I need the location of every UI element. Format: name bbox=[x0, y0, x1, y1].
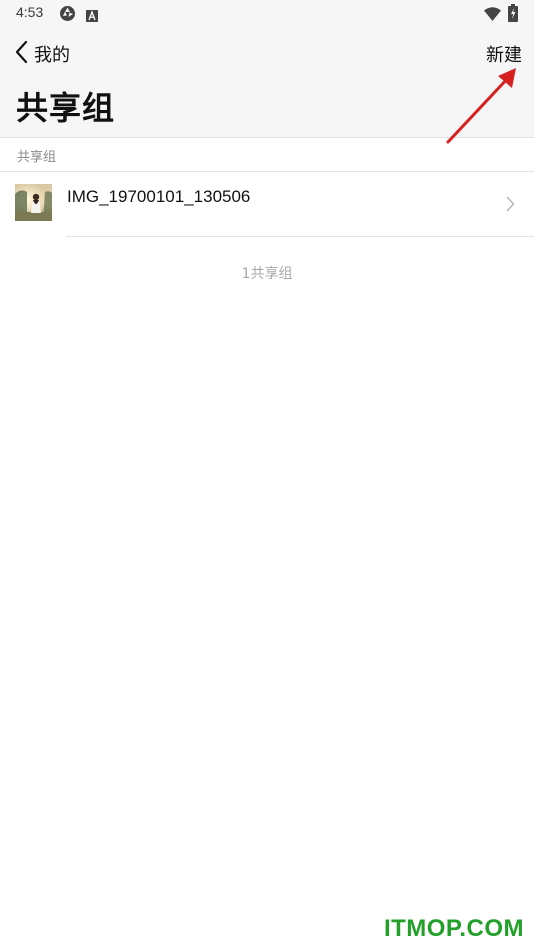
annotation-arrow-icon bbox=[446, 68, 516, 144]
battery-charging-icon bbox=[508, 4, 518, 26]
section-label: 共享组 bbox=[17, 150, 57, 165]
status-time: 4:53 bbox=[16, 4, 44, 20]
chevron-left-icon bbox=[14, 40, 28, 68]
back-button[interactable]: 我的 bbox=[14, 39, 70, 69]
aperture-icon bbox=[59, 5, 76, 26]
status-bar: 4:53 bbox=[0, 0, 534, 27]
page-title: 共享组 bbox=[16, 89, 116, 127]
back-label: 我的 bbox=[34, 45, 70, 66]
chevron-right-icon bbox=[506, 196, 515, 216]
photo-thumbnail bbox=[15, 184, 52, 221]
group-name: IMG_19700101_130506 bbox=[67, 187, 251, 206]
font-a-icon bbox=[86, 7, 98, 26]
group-count-label: 1共享组 bbox=[241, 266, 293, 282]
list-divider bbox=[66, 236, 534, 237]
watermark-logo: ITMOP.COM bbox=[383, 915, 524, 942]
group-list-item[interactable]: IMG_19700101_130506 bbox=[0, 172, 534, 236]
wifi-icon bbox=[484, 6, 501, 25]
